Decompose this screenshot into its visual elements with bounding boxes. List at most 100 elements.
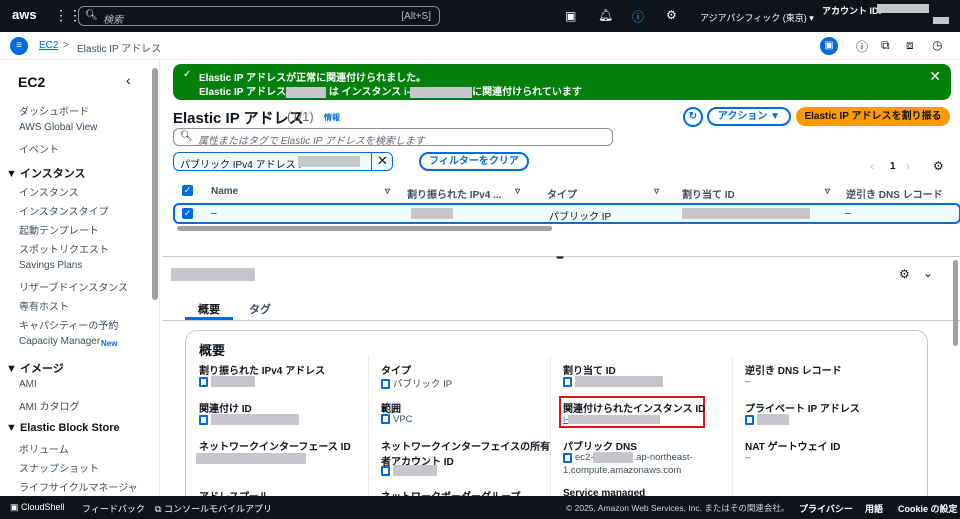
aws-logo[interactable]: aws bbox=[12, 7, 37, 22]
instance-id-link[interactable]: i- bbox=[563, 414, 661, 425]
redacted-eni bbox=[196, 453, 306, 464]
sidebar-section-header[interactable]: ▼ イメージ bbox=[6, 360, 64, 376]
prev-page-icon[interactable]: ‹ bbox=[870, 159, 874, 173]
sidebar-item[interactable]: スポットリクエスト bbox=[19, 241, 109, 256]
allocate-button[interactable]: Elastic IP アドレスを割り振る bbox=[796, 107, 950, 126]
page-number[interactable]: 1 bbox=[890, 161, 896, 172]
sort-icon[interactable]: ▿ bbox=[515, 186, 520, 197]
column-header-name[interactable]: Name bbox=[211, 186, 238, 197]
remove-filter-icon[interactable]: ✕ bbox=[371, 153, 393, 170]
region-selector[interactable]: アジアパシフィック (東京) ▾ bbox=[700, 11, 814, 24]
copy-icon[interactable] bbox=[745, 414, 754, 425]
sidebar-item[interactable]: 起動テンプレート bbox=[19, 222, 99, 237]
sidebar-item[interactable]: ライフサイクルマネージャ bbox=[19, 479, 138, 494]
sidebar-item[interactable]: イベント bbox=[19, 141, 59, 156]
sidebar-section-header[interactable]: ▼ インスタンス bbox=[6, 165, 86, 181]
privacy-link[interactable]: プライバシー bbox=[799, 502, 853, 515]
sidebar-item[interactable]: AMI bbox=[19, 379, 37, 390]
next-page-icon[interactable]: › bbox=[906, 159, 910, 173]
sidebar-item[interactable]: Capacity Manager bbox=[19, 336, 100, 347]
sort-icon[interactable]: ▿ bbox=[825, 186, 830, 197]
settings-gear-icon[interactable]: ⚙ bbox=[666, 8, 677, 22]
table-settings-gear-icon[interactable]: ⚙ bbox=[933, 159, 944, 173]
sidebar-item[interactable]: リザーブドインスタンス bbox=[19, 279, 128, 294]
screen-icon[interactable]: ⧈ bbox=[906, 38, 914, 53]
flash-title: Elastic IP アドレスが正常に関連付けられました。 bbox=[199, 73, 427, 84]
sidebar-item[interactable]: AMI カタログ bbox=[19, 398, 80, 413]
actions-dropdown[interactable]: アクション ▼ bbox=[707, 107, 791, 126]
copy-icon[interactable] bbox=[563, 452, 572, 463]
redacted-ip bbox=[286, 86, 327, 98]
copy-icon[interactable] bbox=[199, 376, 208, 387]
table-row[interactable]: ✓ – パブリック IP – bbox=[173, 203, 960, 224]
sidebar-item[interactable]: Savings Plans bbox=[19, 260, 82, 271]
copy-icon[interactable] bbox=[381, 465, 390, 476]
notifications-bell-icon[interactable]: 🔔︎ bbox=[598, 8, 613, 22]
cloudshell-link[interactable]: ▣ CloudShell bbox=[10, 502, 65, 513]
resize-handle-icon[interactable]: ━ bbox=[557, 253, 563, 264]
breadcrumb-ec2[interactable]: EC2 bbox=[39, 40, 58, 51]
info-icon[interactable]: ⓘ bbox=[856, 38, 868, 55]
collapse-chevron-down-icon[interactable]: ⌄ bbox=[923, 266, 933, 280]
copy-icon[interactable] bbox=[563, 376, 572, 387]
field-value-eni-owner bbox=[381, 465, 437, 476]
tab-overview[interactable]: 概要 bbox=[198, 301, 220, 317]
help-icon[interactable]: ⓘ bbox=[632, 8, 644, 25]
clock-icon[interactable]: ◷ bbox=[932, 38, 942, 52]
terms-link[interactable]: 用語 bbox=[865, 502, 883, 515]
type-value: パブリック IP bbox=[393, 379, 453, 390]
column-header-reverse-dns[interactable]: 逆引き DNS レコード bbox=[846, 186, 943, 201]
sidebar-item[interactable]: 専有ホスト bbox=[19, 298, 69, 313]
sort-icon[interactable]: ▿ bbox=[385, 186, 390, 197]
flash-text-a: Elastic IP アドレス bbox=[199, 87, 287, 98]
overview-container: 概要 割り振られた IPv4 アドレス タイプ パブリック IP 割り当て ID… bbox=[185, 330, 928, 516]
sidebar-item[interactable]: AWS Global View bbox=[19, 122, 97, 133]
cloudshell-icon[interactable]: ▣ bbox=[565, 9, 576, 23]
row-checkbox[interactable]: ✓ bbox=[182, 208, 193, 219]
filter-token[interactable]: パブリック IPv4 アドレス : ✕ bbox=[173, 152, 393, 171]
menu-icon[interactable]: ≡ bbox=[10, 37, 28, 55]
tab-tags[interactable]: タグ bbox=[249, 301, 271, 317]
horizontal-scrollbar[interactable] bbox=[177, 226, 552, 231]
sidebar-item[interactable]: インスタンス bbox=[19, 184, 79, 199]
field-value-reverse-dns: – bbox=[745, 376, 751, 387]
column-header-type[interactable]: タイプ bbox=[547, 186, 577, 201]
field-value-association-id bbox=[199, 414, 299, 425]
copy-icon[interactable] bbox=[199, 414, 208, 425]
copyright: © 2025, Amazon Web Services, Inc. またはその関… bbox=[566, 503, 790, 513]
sidebar-item[interactable]: ダッシュボード bbox=[19, 103, 89, 118]
cloudshell-label: CloudShell bbox=[21, 502, 65, 512]
sidebar-item[interactable]: ボリューム bbox=[19, 441, 69, 456]
account-menu[interactable]: アカウント ID: bbox=[822, 4, 882, 17]
split-panel-icon[interactable]: ▣ bbox=[820, 37, 838, 55]
detail-scrollbar[interactable] bbox=[953, 260, 958, 346]
dismiss-close-icon[interactable]: ✕ bbox=[929, 68, 941, 85]
redacted-allocation-id bbox=[682, 208, 810, 219]
feedback-icon[interactable]: ⧉ bbox=[881, 38, 890, 53]
sidebar-section-header[interactable]: ▼ Elastic Block Store bbox=[6, 422, 120, 434]
column-header-allocation-id[interactable]: 割り当て ID bbox=[682, 186, 735, 201]
copy-icon[interactable] bbox=[381, 414, 390, 425]
mobile-app-link[interactable]: ⧉ コンソールモバイルアプリ bbox=[155, 502, 272, 515]
dns-c: 1.compute.amazonaws.com bbox=[563, 465, 682, 476]
search-input[interactable]: 🔍︎ 検索 [Alt+S] bbox=[78, 6, 440, 26]
sidebar-scrollbar[interactable] bbox=[152, 68, 158, 300]
sort-icon[interactable]: ▿ bbox=[654, 186, 659, 197]
feedback-link[interactable]: フィードバック bbox=[82, 502, 145, 515]
column-header-ipv4[interactable]: 割り振られた IPv4 ... bbox=[407, 186, 501, 201]
search-shortcut: [Alt+S] bbox=[401, 11, 431, 22]
sidebar-item[interactable]: キャパシティーの予約 bbox=[19, 317, 118, 332]
copy-icon[interactable] bbox=[381, 379, 390, 390]
redacted-instance bbox=[410, 86, 473, 98]
search-filter-input[interactable]: 🔍︎ 属性またはタグで Elastic IP アドレスを検索します bbox=[173, 128, 613, 147]
select-all-checkbox[interactable]: ✓ bbox=[182, 185, 193, 196]
sidebar-item[interactable]: スナップショット bbox=[19, 460, 99, 475]
collapse-sidebar-icon[interactable]: ‹ bbox=[126, 72, 131, 88]
refresh-button[interactable]: ↻ bbox=[683, 107, 703, 127]
sidebar-item[interactable]: インスタンスタイプ bbox=[19, 203, 109, 218]
info-link[interactable]: 情報 bbox=[324, 112, 340, 123]
redacted bbox=[211, 376, 255, 387]
detail-settings-gear-icon[interactable]: ⚙ bbox=[899, 267, 910, 281]
cookie-settings-link[interactable]: Cookie の設定 bbox=[898, 502, 958, 515]
clear-filters-button[interactable]: フィルターをクリア bbox=[419, 152, 529, 171]
